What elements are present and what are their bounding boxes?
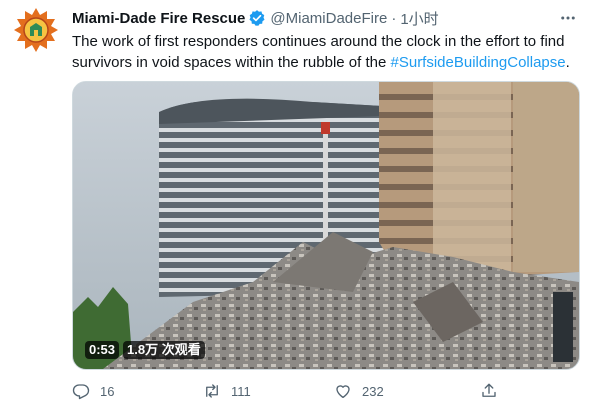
tweet-actions: 16 111 232 xyxy=(72,380,552,402)
tweet-header: Miami-Dade Fire Rescue @MiamiDadeFire · … xyxy=(72,8,550,28)
avatar[interactable] xyxy=(12,6,60,54)
video-badges: 0:53 1.8万 次观看 xyxy=(85,341,205,359)
retweet-button[interactable]: 111 xyxy=(203,382,251,400)
reply-button[interactable]: 16 xyxy=(72,382,114,400)
like-button[interactable]: 232 xyxy=(334,382,384,400)
author-handle[interactable]: @MiamiDadeFire xyxy=(270,10,387,27)
video-thumbnail xyxy=(73,82,579,369)
retweet-icon xyxy=(206,384,218,398)
share-button[interactable] xyxy=(480,382,508,400)
video-duration: 0:53 xyxy=(85,341,120,359)
reply-count: 16 xyxy=(100,383,115,399)
video-player[interactable]: 0:53 1.8万 次观看 xyxy=(72,81,580,370)
hashtag-link[interactable]: #SurfsideBuildingCollapse xyxy=(391,54,566,71)
fire-rescue-badge-icon xyxy=(12,6,60,54)
tweet-card[interactable]: Miami-Dade Fire Rescue @MiamiDadeFire · … xyxy=(0,0,590,402)
tweet-text-end: . xyxy=(565,54,570,71)
more-options-button[interactable] xyxy=(558,8,578,28)
reply-icon xyxy=(72,384,90,400)
video-view-count: 1.8万 次观看 xyxy=(123,341,205,359)
retweet-count: 111 xyxy=(231,383,251,399)
verified-badge-icon xyxy=(249,10,265,26)
tweet-text: The work of first responders continues a… xyxy=(72,31,582,73)
like-count: 232 xyxy=(362,383,384,399)
separator-dot: · xyxy=(391,9,397,27)
share-icon xyxy=(482,383,496,397)
more-dots-icon xyxy=(561,16,575,20)
heart-icon xyxy=(336,385,350,399)
display-name[interactable]: Miami-Dade Fire Rescue xyxy=(72,10,245,27)
timestamp[interactable]: 1小时 xyxy=(400,8,438,29)
